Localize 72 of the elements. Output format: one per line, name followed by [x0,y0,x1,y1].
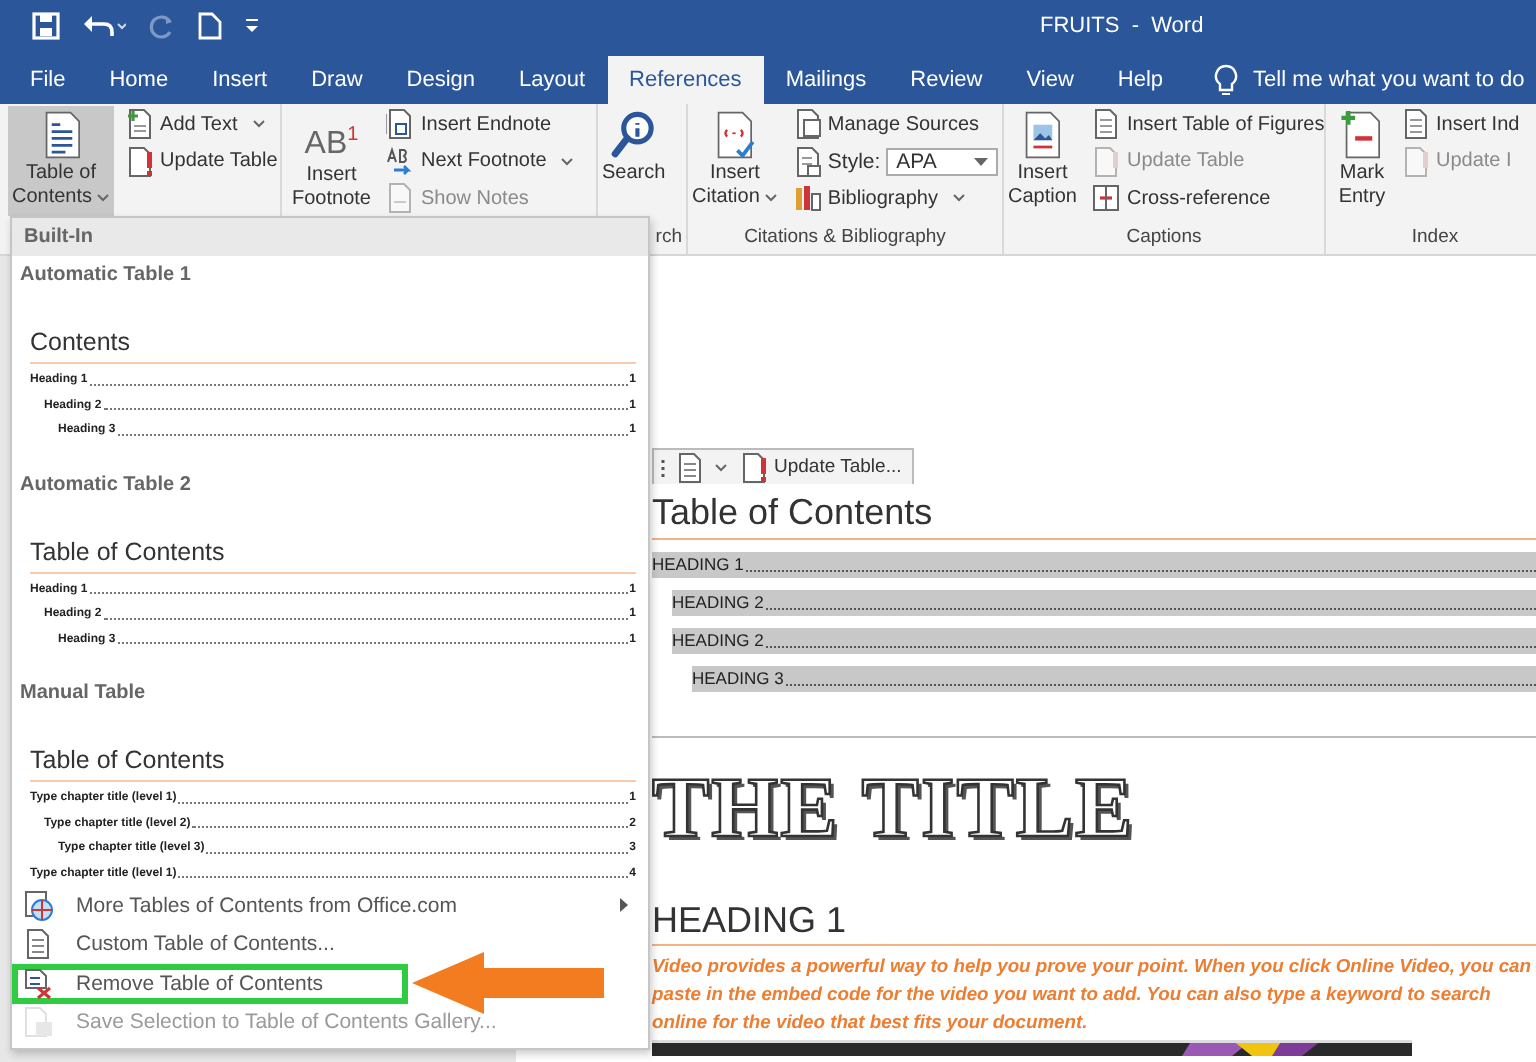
style-pages-icon [793,145,822,178]
ribbon-button[interactable]: Insert Table of Figures [1086,106,1331,143]
menu-header: Built-In [12,218,648,256]
style-label: Style: [827,149,881,174]
next-note-icon [386,145,415,178]
cross-reference-icon [1092,182,1121,215]
page-exclamation-icon [1092,145,1121,178]
group-label: Citations & Bibliography [744,226,946,248]
ribbon-button[interactable]: Next Footnote [380,143,581,180]
ribbon-tab[interactable]: Draw [289,56,385,104]
toc-entry[interactable]: HEADING 1 [652,551,1536,577]
ribbon-tab[interactable]: References [607,56,764,104]
group-label: rch [655,226,682,248]
page-icon [22,928,54,961]
gallery-title: Manual Table [18,680,148,708]
ribbon-tab[interactable]: File [8,56,88,104]
document-title: THE TITLE [652,761,1137,857]
document-heading: HEADING 1 [652,895,1536,945]
new-document-icon[interactable] [198,12,222,40]
page-delete-icon [22,967,54,1000]
page-icon[interactable] [674,451,706,483]
globe-pages-icon [22,889,54,922]
page-save-icon [22,1006,54,1039]
paragraph: Video provides a powerful way to help you prove your point. When you click Online Video, you can paste in the embed code for the video you want to add. You can also type a keyword to search online for the video that best fits your document. [652,951,1533,1035]
redo-icon[interactable] [148,12,176,40]
ribbon-tab[interactable]: Design [384,56,498,104]
gallery-title: Automatic Table 2 [18,471,193,499]
window-title: FRUITS - Word [1040,14,1204,38]
ribbon-button[interactable]: Insert Ind [1396,106,1526,143]
ribbon-button[interactable]: Mark Entry [1334,106,1390,216]
toc-entry[interactable]: HEADING 2 [672,627,1536,653]
ribbon-tab[interactable]: View [1004,56,1096,104]
ribbon-button[interactable]: AB$^{1}$ Insert Footnote [288,106,375,216]
menu-item[interactable]: More Tables of Contents from Office.com [12,886,648,925]
ribbon-tab[interactable]: Review [888,56,1005,104]
ribbon-button[interactable]: Insert Citation [688,106,782,216]
ribbon-button[interactable]: Search [598,106,670,216]
drag-handle-icon[interactable] [660,457,666,477]
page-exclamation-icon [126,145,155,178]
save-icon[interactable] [32,12,60,40]
ribbon-button[interactable]: Update Table [120,143,284,180]
toc-entry[interactable]: HEADING 2 [672,589,1536,615]
ribbon-button[interactable]: Add Text [120,106,284,143]
tell-me-field[interactable]: Tell me what you want to do [1253,68,1525,92]
ribbon-button[interactable]: Insert Caption [1004,106,1081,216]
ribbon-button[interactable]: Cross-reference [1086,180,1331,217]
notes-page-icon [386,182,415,215]
style-select[interactable]: APA [886,147,999,176]
ribbon-tab[interactable]: Mailings [763,56,889,104]
ribbon-tab[interactable]: Home [87,56,191,104]
caret-icon[interactable] [714,463,728,471]
ribbon-button[interactable]: Table of Contents [8,106,115,216]
toc-entry[interactable]: HEADING 3 [692,665,1536,691]
page-exclamation-icon [1402,145,1430,178]
update-table-button[interactable]: Update Table... [736,451,906,483]
lightbulb-icon [1213,64,1238,96]
ribbon-button[interactable]: Manage Sources [787,106,1005,143]
toc-title: Table of Contents [652,487,1536,539]
customize-icon[interactable] [244,16,260,36]
gallery-title: Automatic Table 1 [18,262,193,290]
menu-item[interactable]: Remove Table of Contents [12,964,408,1003]
footnote-icon: AB$^{1}$ [304,108,359,164]
ribbon-button[interactable]: Bibliography [787,180,1005,217]
books-icon [793,182,822,215]
menu-item[interactable]: Custom Table of Contents... [12,925,648,964]
ribbon-tab[interactable]: Layout [497,56,608,104]
group-label: Captions [1126,226,1202,248]
undo-icon[interactable] [82,12,126,40]
ribbon-tab[interactable]: Help [1095,56,1186,104]
ribbon-tab[interactable]: Insert [190,56,290,104]
ribbon-button[interactable]: Insert Endnote [380,106,581,143]
group-label: Index [1411,226,1459,248]
